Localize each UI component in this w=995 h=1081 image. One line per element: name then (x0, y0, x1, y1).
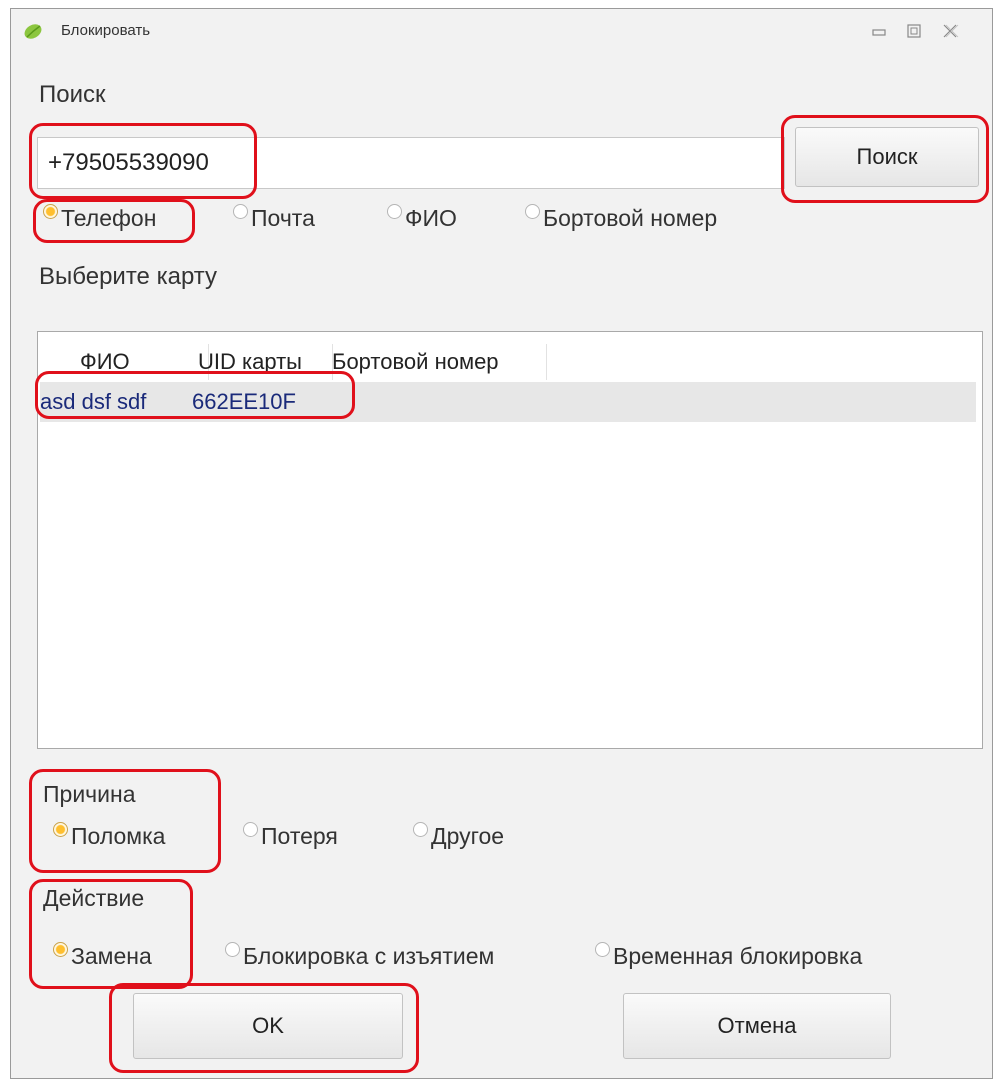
highlight-table-row (35, 371, 355, 419)
radio-loss[interactable]: Потеря (243, 822, 338, 850)
radio-dot (243, 822, 258, 837)
close-icon[interactable] (937, 21, 963, 41)
radio-dot (595, 942, 610, 957)
title-bar: Блокировать (11, 9, 992, 53)
radio-other-label: Другое (431, 823, 505, 849)
radio-block-seizure[interactable]: Блокировка с изъятием (225, 942, 495, 970)
highlight-action (29, 879, 193, 989)
radio-other[interactable]: Другое (413, 822, 505, 850)
radio-dot (525, 204, 540, 219)
radio-dot (233, 204, 248, 219)
highlight-search-button (781, 115, 989, 203)
minimize-icon[interactable] (866, 21, 892, 41)
radio-loss-label: Потеря (261, 823, 338, 849)
radio-dot (225, 942, 240, 957)
radio-temp-block[interactable]: Временная блокировка (595, 942, 863, 970)
radio-temp-block-label: Временная блокировка (613, 943, 863, 969)
radio-block-seizure-label: Блокировка с изъятием (243, 943, 495, 969)
search-label: Поиск (39, 81, 106, 108)
leaf-app-icon (24, 24, 42, 39)
radio-email-label: Почта (251, 205, 315, 231)
radio-board-number[interactable]: Бортовой номер (525, 204, 718, 232)
select-card-label: Выберите карту (39, 263, 218, 290)
block-dialog: Блокировать Поиск +79505539090 Поиск Тел… (10, 8, 993, 1079)
highlight-reason (29, 769, 221, 873)
radio-dot (413, 822, 428, 837)
cancel-button[interactable]: Отмена (623, 993, 891, 1059)
highlight-ok-button (109, 983, 419, 1073)
radio-fio[interactable]: ФИО (387, 204, 457, 232)
column-header-board-number[interactable]: Бортовой номер (330, 344, 547, 380)
radio-fio-label: ФИО (405, 205, 457, 231)
radio-email[interactable]: Почта (233, 204, 315, 232)
radio-board-number-label: Бортовой номер (543, 205, 718, 231)
highlight-phone-radio (33, 199, 195, 243)
window-title: Блокировать (61, 22, 151, 39)
radio-dot (387, 204, 402, 219)
maximize-icon[interactable] (901, 21, 927, 41)
highlight-search-input (29, 123, 257, 199)
